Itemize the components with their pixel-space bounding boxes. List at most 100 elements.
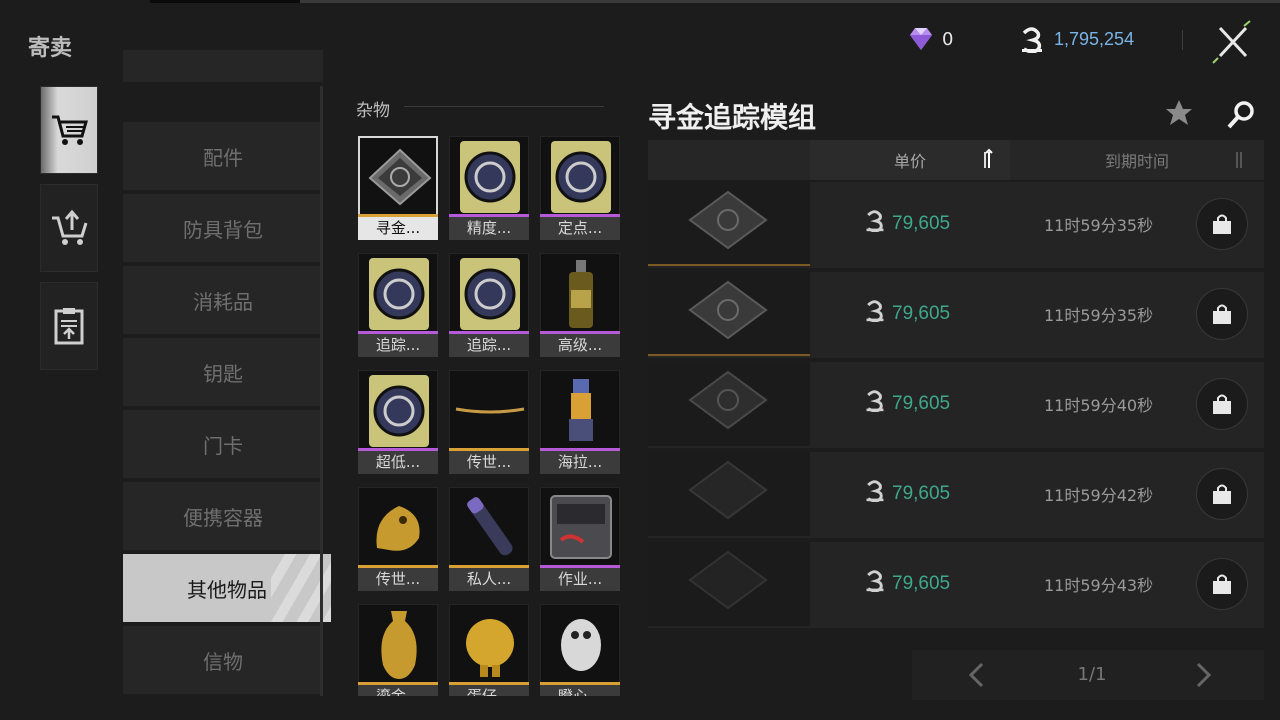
- item-cell[interactable]: 传世...: [449, 370, 529, 475]
- item-label: 超低...: [358, 451, 438, 474]
- listing-row[interactable]: 79,605 11时59分35秒: [648, 272, 1264, 358]
- close-button[interactable]: [1208, 18, 1258, 66]
- sort-expiry-icon[interactable]: [1232, 148, 1246, 172]
- item-label: 高级...: [540, 334, 620, 357]
- item-label: 私人...: [449, 568, 529, 591]
- listing-row[interactable]: 79,605 11时59分40秒: [648, 362, 1264, 448]
- grid-heading: 杂物: [356, 101, 390, 121]
- spray-bottle-icon: [569, 260, 593, 328]
- module-icon: [368, 148, 432, 206]
- category-item-keycards[interactable]: 门卡: [123, 410, 323, 478]
- category-item-containers[interactable]: 便携容器: [123, 482, 323, 550]
- item-label: 追踪...: [358, 334, 438, 357]
- category-item-tokens[interactable]: 信物: [123, 626, 323, 694]
- buy-button[interactable]: [1196, 378, 1248, 430]
- cart-upload-icon: [52, 209, 88, 245]
- shopping-bag-icon: [1213, 394, 1231, 414]
- item-cell[interactable]: 精度...: [449, 136, 529, 241]
- shopping-bag-icon: [1213, 574, 1231, 594]
- toolkit-icon: [550, 495, 612, 559]
- item-title: 寻金追踪模组: [648, 101, 817, 134]
- item-cell[interactable]: 寻金...: [358, 136, 438, 241]
- listing-expiry: 11时59分42秒: [1044, 486, 1154, 505]
- buy-tab[interactable]: [40, 86, 98, 174]
- module-icon: [688, 370, 768, 430]
- listing-thumbnail: [648, 362, 810, 446]
- category-label: 门卡: [203, 433, 243, 458]
- item-thumbnail: [449, 370, 529, 450]
- item-label: 作业...: [540, 568, 620, 591]
- item-thumbnail: [358, 136, 438, 216]
- sort-price-icon[interactable]: [980, 148, 994, 172]
- buy-button[interactable]: [1196, 198, 1248, 250]
- rarity-bar: [648, 354, 810, 356]
- item-cell[interactable]: 追踪...: [358, 253, 438, 358]
- item-thumbnail: [449, 136, 529, 216]
- chevron-left-icon[interactable]: [962, 660, 992, 690]
- category-label: 消耗品: [193, 289, 253, 314]
- listings-tab[interactable]: [40, 282, 98, 370]
- golden-vase-icon: [381, 611, 417, 679]
- price-value: 79,605: [892, 303, 951, 324]
- category-item-other[interactable]: 其他物品: [123, 554, 331, 622]
- listing-row[interactable]: 79,605 11时59分42秒: [648, 452, 1264, 538]
- item-cell[interactable]: 超低...: [358, 370, 438, 475]
- category-item-armor[interactable]: 防具背包: [123, 194, 323, 262]
- category-label: 配件: [203, 145, 243, 170]
- grid-heading-line: [404, 106, 604, 107]
- category-item-attachments[interactable]: 配件: [123, 122, 323, 190]
- buy-button[interactable]: [1196, 288, 1248, 340]
- top-divider-accent: [150, 0, 300, 3]
- category-label: 钥匙: [203, 361, 243, 386]
- item-cell[interactable]: 定点...: [540, 136, 620, 241]
- sell-tab[interactable]: [40, 184, 98, 272]
- currency-icon: [866, 570, 884, 592]
- category-item-partial[interactable]: [123, 50, 323, 82]
- category-item-consumables[interactable]: 消耗品: [123, 266, 323, 334]
- category-item-keys[interactable]: 钥匙: [123, 338, 323, 406]
- diamond-icon: [910, 28, 932, 50]
- pagination: 1/1: [912, 650, 1264, 700]
- chevron-right-icon[interactable]: [1188, 660, 1218, 690]
- item-thumbnail: [449, 604, 529, 684]
- category-label: 防具背包: [183, 217, 263, 242]
- sort-by-expiry-header[interactable]: 到期时间: [1010, 140, 1264, 180]
- item-cell[interactable]: 作业...: [540, 487, 620, 592]
- item-label: 传世...: [449, 451, 529, 474]
- item-cell[interactable]: 瞪心...: [540, 604, 620, 696]
- item-label: 定点...: [540, 217, 620, 240]
- item-cell[interactable]: 传世...: [358, 487, 438, 592]
- favorite-star-icon[interactable]: [1164, 98, 1194, 128]
- item-cell[interactable]: 海拉...: [540, 370, 620, 475]
- tracker-card-icon: [369, 375, 429, 447]
- clipboard-upload-icon: [54, 308, 84, 345]
- header-image-column: [648, 140, 810, 180]
- currency-icon: [866, 300, 884, 322]
- category-label: 其他物品: [187, 577, 267, 602]
- item-cell[interactable]: 追踪...: [449, 253, 529, 358]
- item-label: 追踪...: [449, 334, 529, 357]
- listing-row[interactable]: 79,605 11时59分43秒: [648, 542, 1264, 628]
- buy-button[interactable]: [1196, 558, 1248, 610]
- necklace-icon: [455, 407, 525, 414]
- price-value: 79,605: [892, 483, 951, 504]
- item-cell[interactable]: 高级...: [540, 253, 620, 358]
- flashlight-icon: [467, 497, 513, 556]
- diamond-count: 0: [942, 29, 954, 50]
- item-thumbnail: [358, 370, 438, 450]
- category-list: 配件 防具背包 消耗品 钥匙 门卡 便携容器 其他物品 信物: [123, 50, 331, 696]
- item-cell[interactable]: 私人...: [449, 487, 529, 592]
- item-cell[interactable]: 鎏金...: [358, 604, 438, 696]
- item-cell[interactable]: 蛋仔...: [449, 604, 529, 696]
- shopping-bag-icon: [1213, 484, 1231, 504]
- listing-expiry: 11时59分35秒: [1044, 306, 1154, 325]
- listing-expiry: 11时59分43秒: [1044, 576, 1154, 595]
- listing-row[interactable]: 79,605 11时59分35秒: [648, 182, 1264, 268]
- currency-icon: [866, 210, 884, 232]
- rarity-bar: [648, 264, 810, 266]
- price-value: 79,605: [892, 213, 951, 234]
- module-icon: [688, 460, 768, 520]
- buy-button[interactable]: [1196, 468, 1248, 520]
- item-thumbnail: [540, 253, 620, 333]
- search-icon[interactable]: [1226, 100, 1256, 130]
